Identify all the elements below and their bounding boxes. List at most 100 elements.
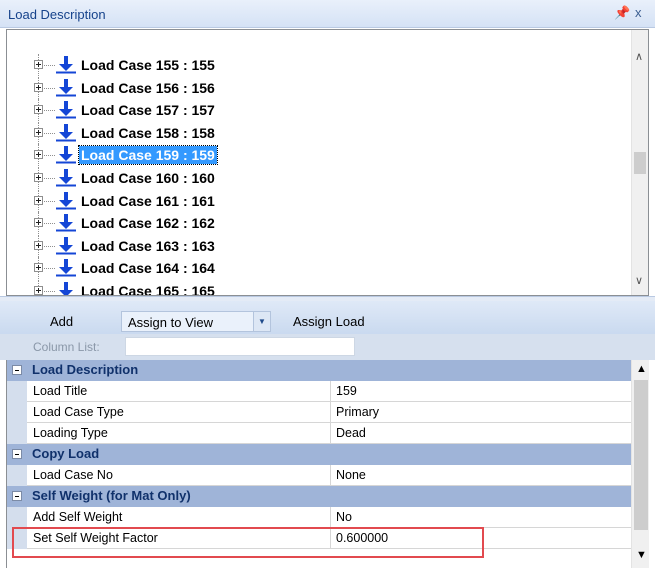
- property-value[interactable]: No: [336, 510, 352, 524]
- expand-plus-icon[interactable]: [34, 286, 43, 295]
- expand-plus-icon[interactable]: [34, 60, 43, 69]
- load-case-tree[interactable]: Load Case 155 : 155 Load Case 156 : 156 Lo…: [6, 29, 649, 296]
- down-arrow-icon: [56, 123, 76, 142]
- expand-plus-icon[interactable]: [34, 105, 43, 115]
- expand-plus-icon[interactable]: [34, 82, 43, 92]
- column-list-label: Column List:: [33, 340, 100, 354]
- assign-load-button[interactable]: Assign Load: [293, 314, 365, 329]
- panel-title-bar: Load Description 📌 x: [0, 0, 655, 28]
- property-row-gutter: [7, 507, 27, 528]
- scroll-down-icon[interactable]: ▼: [636, 549, 647, 561]
- tree-item[interactable]: Load Case 155 : 155: [7, 54, 627, 76]
- scroll-up-icon[interactable]: ∧: [635, 50, 643, 63]
- chevron-down-icon[interactable]: ▼: [253, 312, 270, 331]
- tree-item-label[interactable]: Load Case 164 : 164: [79, 259, 217, 277]
- expand-plus-icon[interactable]: [34, 127, 43, 137]
- scroll-thumb[interactable]: [634, 380, 648, 530]
- property-name: Set Self Weight Factor: [33, 531, 158, 545]
- property-value-cell[interactable]: None: [331, 465, 632, 486]
- close-icon[interactable]: x: [635, 5, 642, 20]
- scroll-down-icon[interactable]: ∨: [635, 274, 643, 287]
- property-value[interactable]: None: [336, 468, 366, 482]
- property-value[interactable]: 159: [336, 384, 357, 398]
- expand-plus-icon[interactable]: [34, 218, 43, 228]
- property-name-cell: Load Case Type: [27, 402, 331, 423]
- property-value-cell[interactable]: Dead: [331, 423, 632, 444]
- pin-icon[interactable]: 📌: [614, 5, 630, 21]
- tree-item[interactable]: Load Case 160 : 160: [7, 167, 627, 189]
- tree-item-label[interactable]: Load Case 161 : 161: [79, 192, 217, 210]
- tree-item-label[interactable]: Load Case 162 : 162: [79, 214, 217, 232]
- property-value-cell[interactable]: 0.600000: [331, 528, 632, 549]
- tree-connector-line: [44, 178, 55, 179]
- add-button[interactable]: Add: [50, 314, 73, 329]
- property-row[interactable]: Load Title 159: [7, 381, 632, 402]
- property-category[interactable]: Copy Load: [7, 444, 632, 465]
- down-arrow-icon: [56, 78, 76, 97]
- tree-vertical-scrollbar[interactable]: ∧ ∨: [631, 30, 648, 295]
- assign-to-view-dropdown[interactable]: Assign to View ▼: [121, 311, 271, 332]
- property-value-cell[interactable]: 159: [331, 381, 632, 402]
- tree-item[interactable]: Load Case 162 : 162: [7, 212, 627, 235]
- expand-plus-icon[interactable]: [34, 195, 43, 205]
- scroll-up-icon[interactable]: ▲: [636, 363, 647, 375]
- down-arrow-icon: [56, 56, 76, 74]
- scroll-thumb[interactable]: [634, 152, 646, 174]
- assign-to-view-value: Assign to View: [128, 315, 214, 330]
- expand-plus-icon[interactable]: [34, 240, 43, 250]
- property-value[interactable]: Dead: [336, 426, 366, 440]
- collapse-minus-icon[interactable]: [12, 491, 22, 501]
- tree-item[interactable]: Load Case 158 : 158: [7, 121, 627, 144]
- property-name-cell: Add Self Weight: [27, 507, 331, 528]
- tree-connector-line: [44, 87, 55, 89]
- property-value[interactable]: 0.600000: [336, 531, 388, 545]
- down-arrow-icon: [56, 169, 76, 187]
- property-category[interactable]: Load Description: [7, 360, 632, 381]
- property-row[interactable]: Load Case Type Primary: [7, 402, 632, 423]
- tree-item[interactable]: Load Case 157 : 157: [7, 99, 627, 122]
- tree-item-label[interactable]: Load Case 156 : 156: [79, 79, 217, 97]
- property-name-cell: Load Title: [27, 381, 331, 402]
- column-list-input[interactable]: [125, 337, 355, 356]
- collapse-minus-icon[interactable]: [12, 449, 22, 459]
- tree-connector-line: [44, 245, 55, 247]
- property-row[interactable]: Loading Type Dead: [7, 423, 632, 444]
- property-value-cell[interactable]: No: [331, 507, 632, 528]
- property-grid[interactable]: Load Description Load Title 159 Load Case T…: [6, 360, 649, 568]
- tree-item-label[interactable]: Load Case 159 : 159: [78, 145, 218, 166]
- tree-connector-line: [44, 65, 55, 66]
- down-arrow-icon: [56, 236, 76, 255]
- property-row[interactable]: Load Case No None: [7, 465, 632, 486]
- tree-item[interactable]: Load Case 161 : 161: [7, 189, 627, 212]
- property-row[interactable]: Add Self Weight No: [7, 507, 632, 528]
- down-arrow-icon: [56, 214, 76, 232]
- property-category[interactable]: Self Weight (for Mat Only): [7, 486, 632, 507]
- expand-plus-icon[interactable]: [34, 173, 43, 182]
- property-value-cell[interactable]: Primary: [331, 402, 632, 423]
- property-value[interactable]: Primary: [336, 405, 379, 419]
- tree-item[interactable]: Load Case 164 : 164: [7, 257, 627, 280]
- expand-plus-icon[interactable]: [34, 150, 43, 160]
- grid-vertical-scrollbar[interactable]: ▲ ▼: [631, 360, 649, 568]
- expand-plus-icon[interactable]: [34, 263, 43, 273]
- property-row[interactable]: Set Self Weight Factor 0.600000: [7, 528, 632, 549]
- tree-item-label[interactable]: Load Case 155 : 155: [79, 56, 217, 74]
- property-category-label: Copy Load: [32, 446, 100, 461]
- tree-item[interactable]: Load Case 159 : 159: [7, 144, 627, 167]
- property-row-gutter: [7, 423, 27, 444]
- property-name: Loading Type: [33, 426, 108, 440]
- tree-item-label[interactable]: Load Case 160 : 160: [79, 169, 217, 187]
- property-name: Load Case Type: [33, 405, 124, 419]
- tree-item-label[interactable]: Load Case 165 : 165: [79, 282, 217, 295]
- tree-connector-line: [44, 110, 55, 112]
- down-arrow-icon: [56, 191, 76, 210]
- tree-item[interactable]: Load Case 163 : 163: [7, 234, 627, 257]
- tree-item-label[interactable]: Load Case 158 : 158: [79, 124, 217, 142]
- collapse-minus-icon[interactable]: [12, 365, 22, 375]
- tree-connector-line: [44, 223, 55, 225]
- tree-item-label[interactable]: Load Case 157 : 157: [79, 101, 217, 119]
- tree-item[interactable]: Load Case 156 : 156: [7, 76, 627, 99]
- tree-item[interactable]: Load Case 165 : 165: [7, 280, 627, 295]
- down-arrow-icon: [56, 101, 76, 119]
- tree-item-label[interactable]: Load Case 163 : 163: [79, 237, 217, 255]
